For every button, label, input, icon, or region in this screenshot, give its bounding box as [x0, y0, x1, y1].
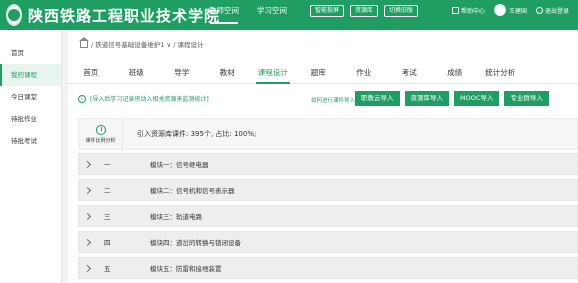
import-mooc-button[interactable]: MOOC导入 [454, 91, 500, 106]
top-nav: 教师空间 学习空间 [200, 0, 296, 30]
tab-textbook[interactable]: 教材 [205, 62, 251, 83]
power-icon [536, 6, 544, 14]
module-title: 模块三：轨道电路 [150, 213, 202, 221]
school-seal-icon [6, 4, 22, 26]
sidebar-item-pending-homework[interactable]: 待批作业 [0, 108, 61, 130]
help-label: 帮助中心 [461, 7, 486, 15]
nav-teacher-space[interactable]: 教师空间 [200, 0, 248, 30]
top-buttons: 智能投屏 资源库 切换旧版 [310, 5, 424, 17]
notice-text: [导入后学习记录将动入相关资源来监测统计] [90, 96, 209, 103]
list-item[interactable]: 四 模块四：道岔的转换与锁闭设备 [78, 231, 578, 253]
switch-old-version-button[interactable]: 切换旧版 [384, 5, 419, 17]
import-major-group-button[interactable]: 专业群导入 [504, 91, 549, 106]
import-resource-library-button[interactable]: 资源库导入 [404, 91, 449, 106]
tab-home[interactable]: 首页 [68, 62, 114, 83]
sidebar-item-my-courses[interactable]: 我的课程 [0, 64, 61, 86]
list-item[interactable]: 二 模块二：信号机和信号表示器 [78, 179, 578, 201]
top-right: 帮助中心 王建国 退出登录 [452, 4, 578, 16]
logout-label: 退出登录 [545, 7, 570, 15]
top-bar: 陕西铁路工程职业技术学院 教师空间 学习空间 智能投屏 资源库 切换旧版 帮助中… [0, 0, 578, 30]
courseware-ratio: 课件比例分析 引入资源库课件: 395个, 占比: 100%; [78, 118, 578, 150]
breadcrumb-path[interactable]: / 铁道信号基础设备维护1 ∨ / 课程设计 [91, 39, 204, 49]
list-item[interactable]: 三 模块三：轨道电路 [78, 205, 578, 227]
tab-grades[interactable]: 成绩 [432, 62, 478, 83]
sidebar: 首页 我的课程 今日课堂 待批作业 待批考试 [0, 30, 62, 283]
resource-library-button[interactable]: 资源库 [350, 5, 379, 17]
user-name: 王建国 [509, 7, 528, 15]
module-number: 三 [104, 213, 111, 221]
module-number: 五 [104, 265, 111, 273]
school-name: 陕西铁路工程职业技术学院 [28, 6, 221, 25]
module-number: 一 [104, 161, 111, 169]
module-title: 模块二：信号机和信号表示器 [150, 187, 235, 195]
clock-icon [95, 124, 106, 135]
list-item[interactable]: 一 模块一：信号继电器 [78, 153, 578, 175]
sidebar-item-home[interactable]: 首页 [0, 42, 61, 64]
nav-learning-space[interactable]: 学习空间 [248, 0, 296, 30]
ratio-label: 课件比例分析 [85, 137, 116, 144]
ratio-analysis-button[interactable]: 课件比例分析 [79, 119, 123, 149]
module-number: 四 [104, 239, 111, 247]
module-number: 二 [104, 187, 111, 195]
sidebar-item-pending-exams[interactable]: 待批考试 [0, 130, 61, 152]
home-icon[interactable] [79, 36, 89, 48]
tab-homework[interactable]: 作业 [341, 62, 387, 83]
tab-course-design[interactable]: 课程设计 [250, 62, 296, 84]
sidebar-item-today-class[interactable]: 今日课堂 [0, 86, 61, 108]
module-list: 一 模块一：信号继电器 二 模块二：信号机和信号表示器 三 模块三：轨道电路 四… [78, 153, 578, 283]
tab-statistics[interactable]: 统计分析 [478, 62, 524, 83]
smart-cast-button[interactable]: 智能投屏 [310, 5, 345, 17]
import-buttons: 职教云导入 资源库导入 MOOC导入 专业群导入 [355, 91, 554, 106]
user-menu[interactable]: 王建国 [494, 4, 527, 16]
module-title: 模块五：防雷和接地装置 [150, 265, 222, 273]
logout-link[interactable]: 退出登录 [536, 6, 569, 15]
list-item[interactable]: 五 模块五：防雷和接地装置 [78, 257, 578, 279]
course-tabs: 首页 班级 导学 教材 课程设计 题库 作业 考试 成绩 统计分析 [68, 62, 578, 84]
breadcrumb: / 铁道信号基础设备维护1 ∨ / 课程设计 [79, 36, 204, 49]
tab-exam[interactable]: 考试 [387, 62, 433, 83]
info-icon: i [78, 94, 86, 103]
tab-class[interactable]: 班级 [114, 62, 160, 83]
main-panel: / 铁道信号基础设备维护1 ∨ / 课程设计 首页 班级 导学 教材 课程设计 … [68, 32, 578, 283]
howto-import-link[interactable]: 如何进行课件导入? [311, 96, 358, 104]
help-center-link[interactable]: 帮助中心 [452, 6, 485, 15]
avatar [494, 4, 507, 16]
help-icon [452, 6, 459, 14]
module-title: 模块四：道岔的转换与锁闭设备 [150, 239, 241, 247]
import-notice: i [导入后学习记录将动入相关资源来监测统计] [78, 94, 209, 103]
school-logo[interactable]: 陕西铁路工程职业技术学院 [6, 3, 219, 27]
ratio-summary: 引入资源库课件: 395个, 占比: 100%; [137, 130, 257, 138]
import-zjy-button[interactable]: 职教云导入 [355, 91, 400, 106]
module-title: 模块一：信号继电器 [150, 161, 209, 169]
tab-guide[interactable]: 导学 [159, 62, 205, 83]
tab-question-bank[interactable]: 题库 [296, 62, 342, 83]
